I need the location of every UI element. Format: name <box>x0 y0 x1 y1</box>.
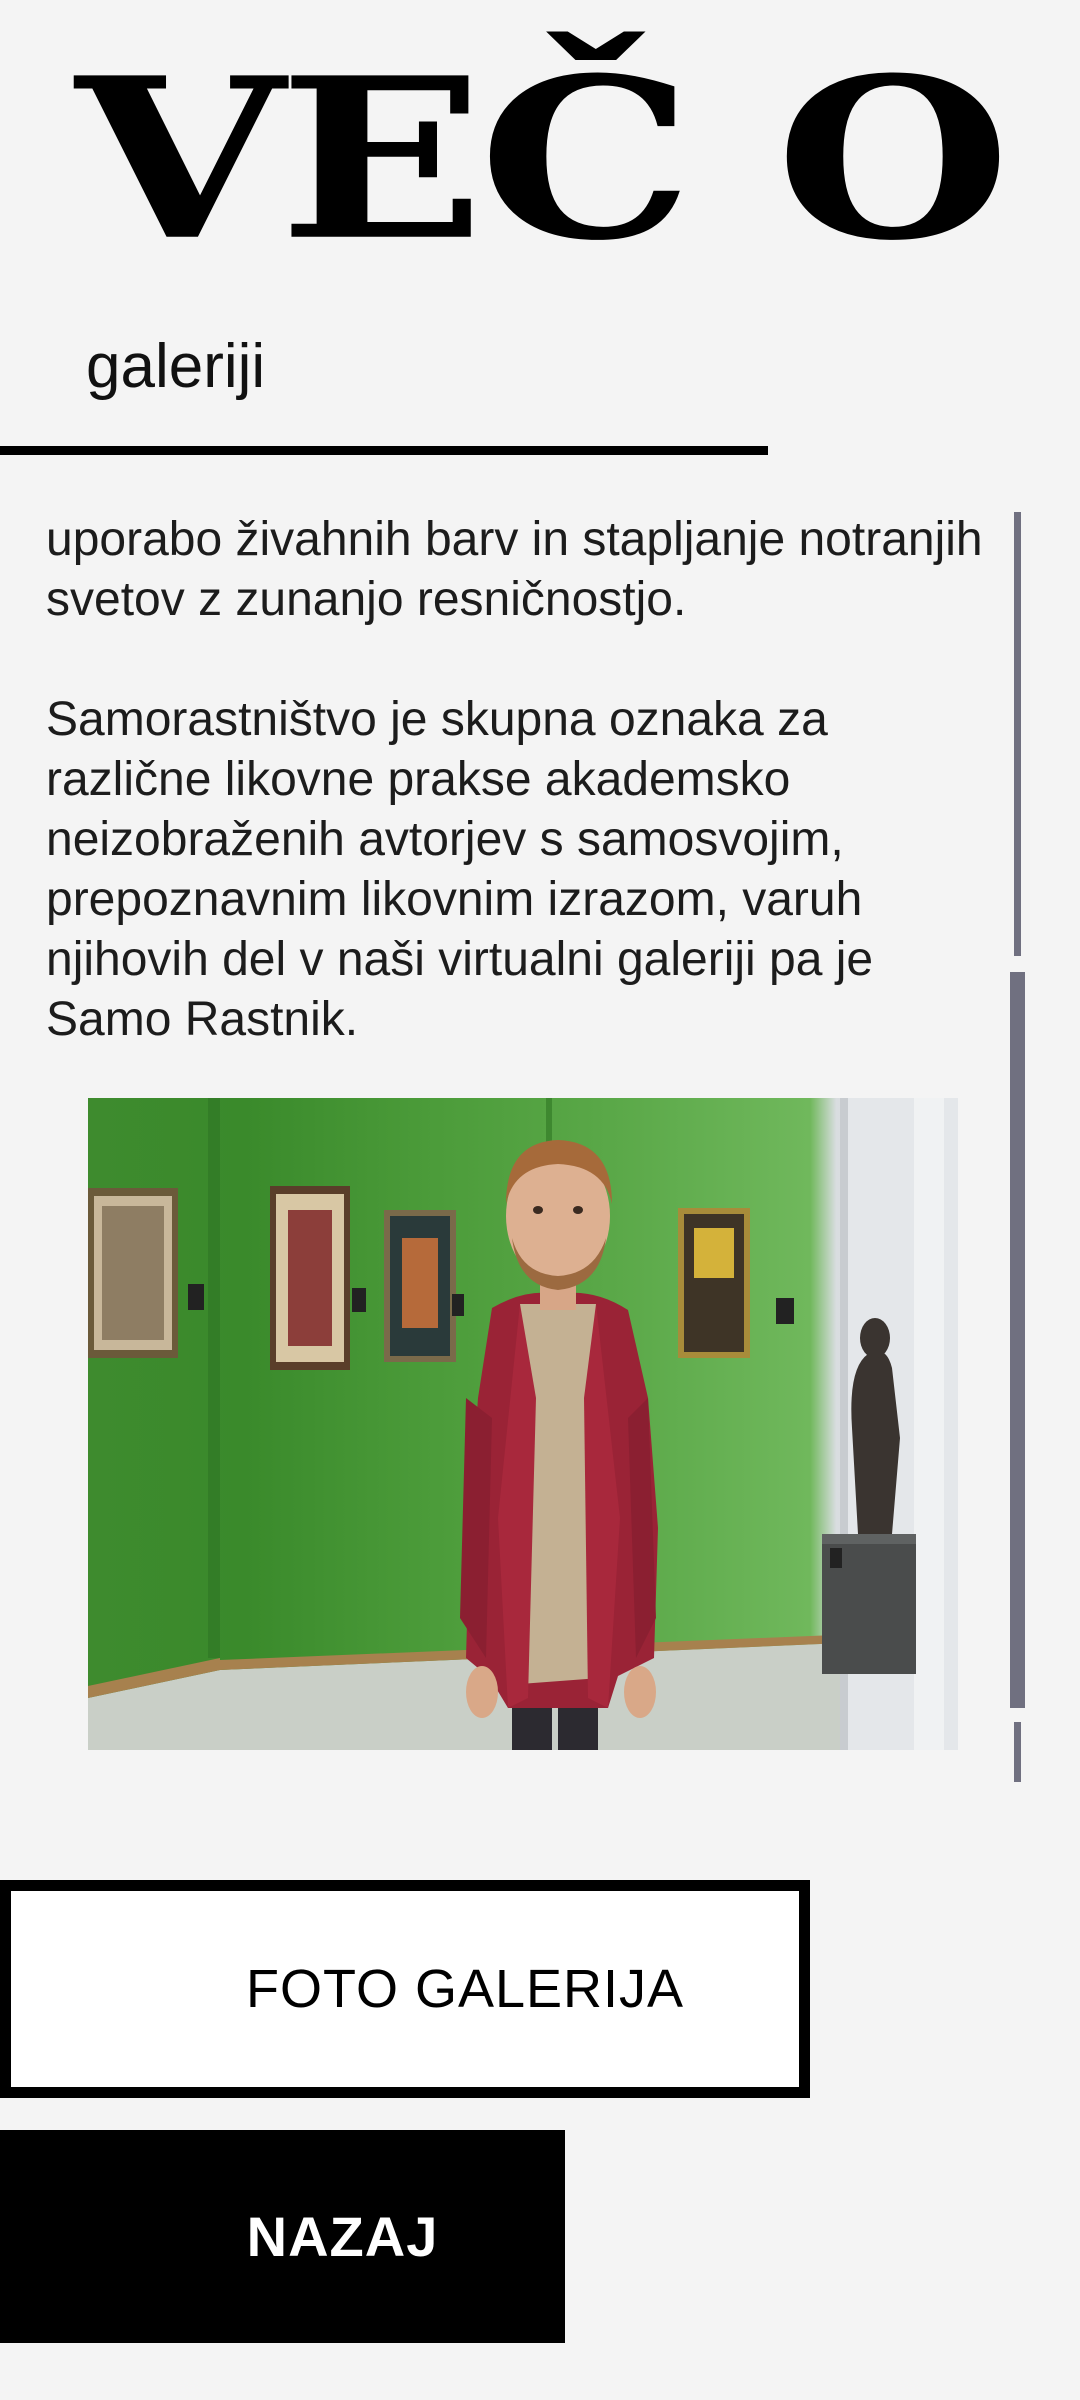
photo-gallery-button-label: FOTO GALERIJA <box>245 1959 685 2019</box>
page-subtitle: galeriji <box>86 332 266 401</box>
scrollbar[interactable] <box>1010 512 1025 1782</box>
scrollable-text-area[interactable]: uporabo živahnih barv in stapljanje notr… <box>46 510 1006 1040</box>
text-paragraph: Samorastništvo je skupna oznaka za razli… <box>46 693 874 1040</box>
photo-gallery-button[interactable]: FOTO GALERIJA <box>0 1880 810 2098</box>
scrollbar-track-upper <box>1014 512 1021 956</box>
back-button[interactable]: NAZAJ <box>0 2130 565 2343</box>
back-button-label: NAZAJ <box>246 2205 439 2268</box>
scrollbar-track-lower <box>1014 1722 1021 1782</box>
title-divider <box>0 446 768 455</box>
text-paragraph: uporabo živahnih barv in stapljanje notr… <box>46 513 983 626</box>
gallery-host-photo <box>88 1098 958 1750</box>
scrollbar-thumb[interactable] <box>1010 972 1025 1708</box>
page-title: VEČ O <box>75 28 1010 290</box>
